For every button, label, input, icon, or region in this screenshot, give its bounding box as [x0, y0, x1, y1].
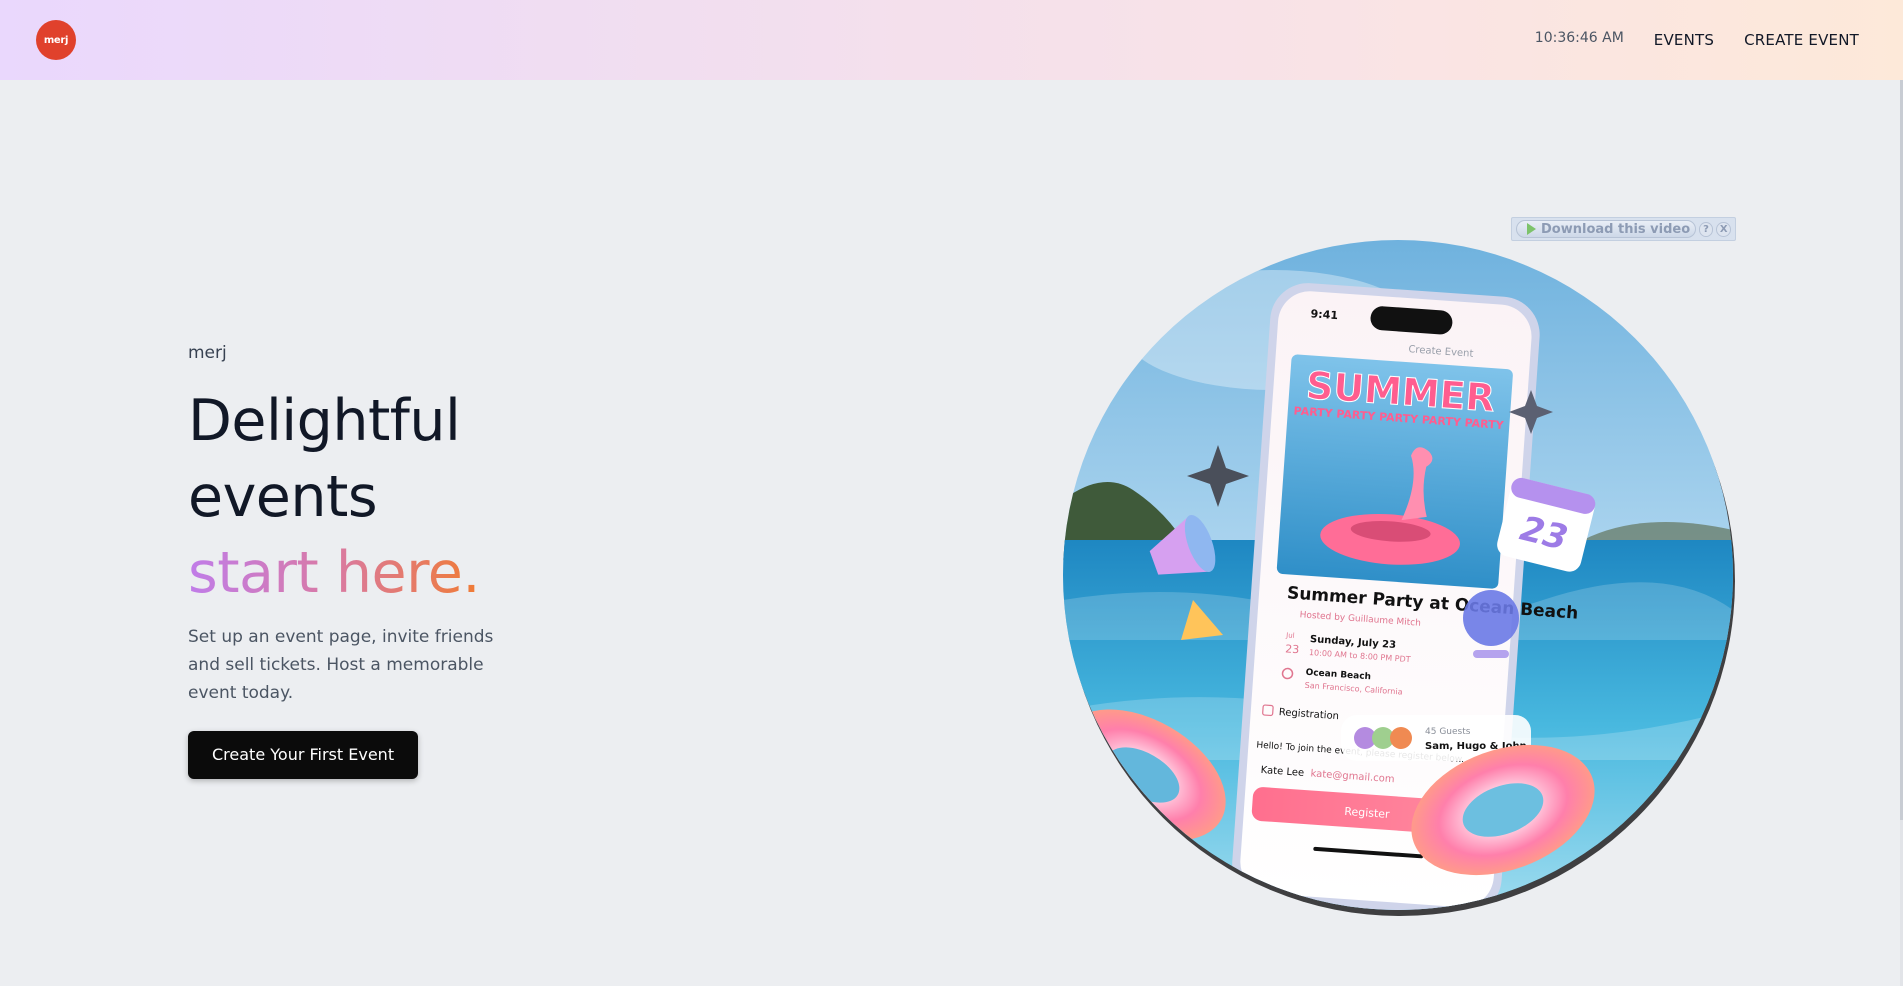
headline-line-2: events [188, 464, 378, 530]
hero-brand: merj [188, 343, 227, 363]
close-button[interactable]: X [1716, 221, 1731, 237]
mockup-date-month: Jul [1285, 631, 1295, 640]
merj-logo[interactable]: merj [36, 20, 76, 60]
hero-subtitle: Set up an event page, invite friends and… [188, 627, 494, 703]
video-frame: 9:41 Create Event SUMMER PARTY PARTY PAR… [1063, 240, 1733, 910]
hero-video[interactable]: 9:41 Create Event SUMMER PARTY PARTY PAR… [1063, 240, 1736, 916]
clock: 10:36:46 AM [1534, 30, 1624, 46]
headline-line-1: Delightful [188, 388, 461, 454]
mockup-guests-count: 45 Guests [1425, 727, 1471, 737]
mockup-date-day: 23 [1285, 642, 1300, 656]
nav-events-link[interactable]: EVENTS [1654, 31, 1714, 49]
mockup-status-time: 9:41 [1310, 307, 1338, 322]
help-button[interactable]: ? [1698, 221, 1714, 237]
hero-headline: Delightful events start here. [188, 383, 548, 611]
download-video-label: Download this video [1541, 221, 1691, 237]
headline-accent: start here. [188, 535, 480, 611]
play-icon [1527, 223, 1536, 235]
create-first-event-button[interactable]: Create Your First Event [188, 731, 419, 779]
nav-create-event-link[interactable]: CREATE EVENT [1744, 31, 1859, 49]
download-video-button[interactable]: Download this video [1516, 220, 1696, 238]
download-video-bar: Download this video ? X [1511, 217, 1736, 241]
hero-section: merj Delightful events start here. Set u… [188, 343, 548, 779]
main-nav: 10:36:46 AM EVENTS CREATE EVENT [1534, 30, 1859, 49]
event-app-mockup-illustration: 9:41 Create Event SUMMER PARTY PARTY PAR… [1063, 240, 1733, 910]
top-header: merj 10:36:46 AM EVENTS CREATE EVENT [0, 0, 1903, 80]
